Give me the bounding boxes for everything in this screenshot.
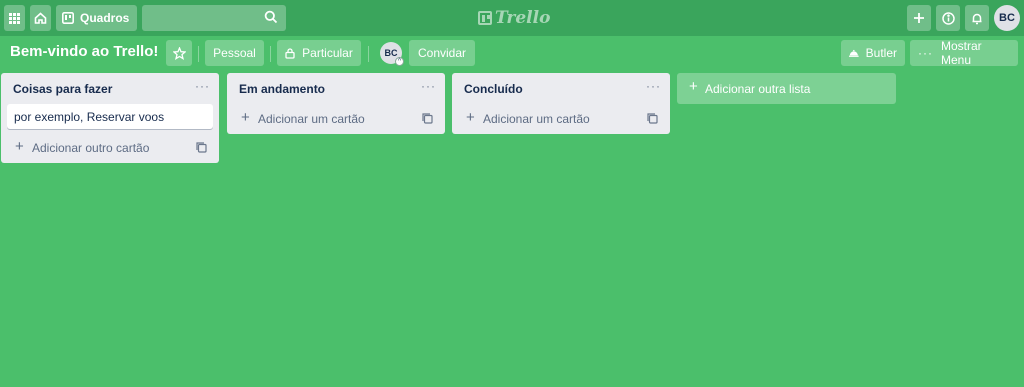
add-card-label: Adicionar um cartão [483, 112, 590, 126]
search-input[interactable] [142, 5, 287, 31]
card-template-icon[interactable] [422, 113, 433, 124]
card[interactable]: por exemplo, Reservar voos [7, 104, 213, 129]
divider [270, 46, 271, 62]
info-icon [941, 11, 955, 25]
divider [198, 46, 199, 62]
visibility-label: Particular [302, 46, 353, 60]
butler-label: Butler [865, 46, 897, 60]
plus-icon: + [689, 78, 698, 95]
boards-label: Quadros [80, 11, 130, 25]
boards-icon [62, 12, 74, 24]
boards-button[interactable]: Quadros [56, 5, 138, 31]
search-icon [265, 10, 278, 24]
list-header: Coisas para fazer ··· [1, 73, 219, 104]
list-coisas-para-fazer: Coisas para fazer ··· por exemplo, Reser… [1, 73, 219, 163]
member-initials: BC [384, 48, 398, 58]
add-list-label: Adicionar outra lista [705, 82, 811, 96]
list-header: Concluído ··· [452, 73, 670, 104]
plus-icon: + [241, 109, 250, 126]
board-header: Bem-vindo ao Trello! Pessoal Particular … [0, 36, 1024, 70]
list-menu-button[interactable]: ··· [646, 79, 661, 93]
add-list-button[interactable]: + Adicionar outra lista [677, 73, 896, 104]
add-card-button[interactable]: + Adicionar um cartão [452, 104, 670, 134]
list-title[interactable]: Concluído [464, 82, 523, 96]
invite-label: Convidar [417, 46, 467, 60]
plus-icon [914, 13, 924, 23]
list-menu-button[interactable]: ··· [421, 79, 436, 93]
plus-icon: + [466, 109, 475, 126]
create-button[interactable] [907, 5, 931, 31]
lock-icon [285, 47, 295, 59]
member-avatar[interactable]: BC ^ [380, 42, 404, 66]
board-title[interactable]: Bem-vindo ao Trello! [10, 43, 158, 60]
logo-text: Trello [495, 8, 551, 28]
user-initials: BC [999, 12, 1015, 24]
notifications-button[interactable] [965, 5, 989, 31]
show-menu-button[interactable]: ··· Mostrar Menu [910, 39, 1018, 67]
apps-button[interactable] [4, 5, 25, 31]
list-menu-button[interactable]: ··· [195, 79, 210, 93]
plus-icon: + [15, 138, 24, 155]
grid-icon [9, 12, 20, 24]
card-template-icon[interactable] [647, 113, 658, 124]
list-title[interactable]: Em andamento [239, 82, 325, 96]
butler-button[interactable]: Butler [841, 40, 905, 66]
top-header: Quadros Trello BC [0, 0, 1024, 36]
invite-button[interactable]: Convidar [409, 40, 475, 66]
card-template-icon[interactable] [196, 142, 207, 153]
add-card-label: Adicionar um cartão [258, 112, 365, 126]
list-title[interactable]: Coisas para fazer [13, 82, 112, 96]
home-icon [34, 12, 47, 24]
add-card-button[interactable]: + Adicionar outro cartão [1, 133, 219, 163]
divider [368, 46, 369, 62]
list-concluido: Concluído ··· + Adicionar um cartão [452, 73, 670, 134]
butler-icon [849, 49, 859, 57]
team-label: Pessoal [213, 46, 256, 60]
more-icon: ··· [918, 46, 933, 60]
admin-badge-icon: ^ [395, 57, 404, 66]
trello-logo[interactable]: Trello [478, 8, 550, 28]
list-header: Em andamento ··· [227, 73, 445, 104]
star-button[interactable] [166, 40, 192, 66]
bell-icon [972, 13, 982, 24]
trello-logo-icon [478, 11, 492, 25]
add-card-button[interactable]: + Adicionar um cartão [227, 104, 445, 134]
team-button[interactable]: Pessoal [205, 40, 264, 66]
info-button[interactable] [936, 5, 960, 31]
add-card-label: Adicionar outro cartão [32, 141, 150, 155]
show-menu-label: Mostrar Menu [941, 39, 982, 67]
user-avatar[interactable]: BC [994, 5, 1020, 31]
visibility-button[interactable]: Particular [277, 40, 361, 66]
list-em-andamento: Em andamento ··· + Adicionar um cartão [227, 73, 445, 134]
star-icon [172, 46, 186, 60]
home-button[interactable] [30, 5, 51, 31]
